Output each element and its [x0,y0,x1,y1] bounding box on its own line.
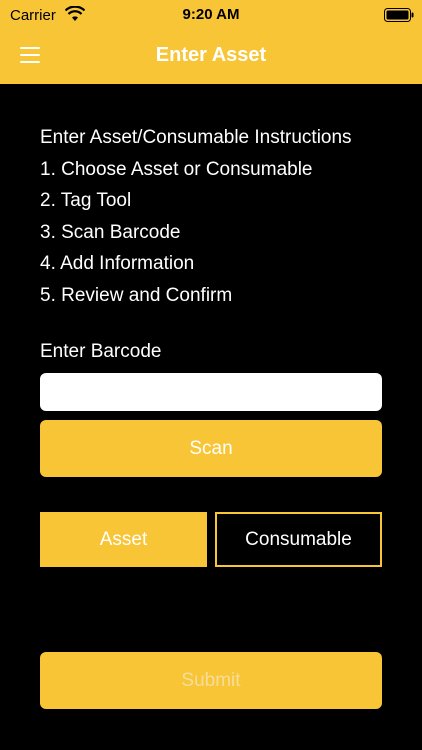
scan-button[interactable]: Scan [40,420,382,477]
instructions-list: Enter Asset/Consumable Instructions 1. C… [40,124,400,314]
barcode-label: Enter Barcode [40,341,162,362]
instruction-step: 5. Review and Confirm [40,284,233,306]
instruction-step: 1. Choose Asset or Consumable [40,158,313,180]
barcode-input[interactable] [40,373,382,411]
nav-header: Carrier 9:20 AM Enter Asset [0,0,422,84]
submit-button[interactable]: Submit [40,652,382,709]
status-bar: Carrier 9:20 AM [0,0,422,30]
instruction-step: 3. Scan Barcode [40,221,181,243]
battery-icon [384,8,414,22]
asset-toggle-button[interactable]: Asset [40,512,207,567]
instruction-step: 4. Add Information [40,253,195,275]
instruction-step: 2. Tag Tool [40,190,132,212]
page-title: Enter Asset [155,44,267,66]
status-time: 9:20 AM [182,6,240,23]
consumable-toggle-button[interactable]: Consumable [215,512,382,567]
instructions-heading: Enter Asset/Consumable Instructions [40,127,352,148]
